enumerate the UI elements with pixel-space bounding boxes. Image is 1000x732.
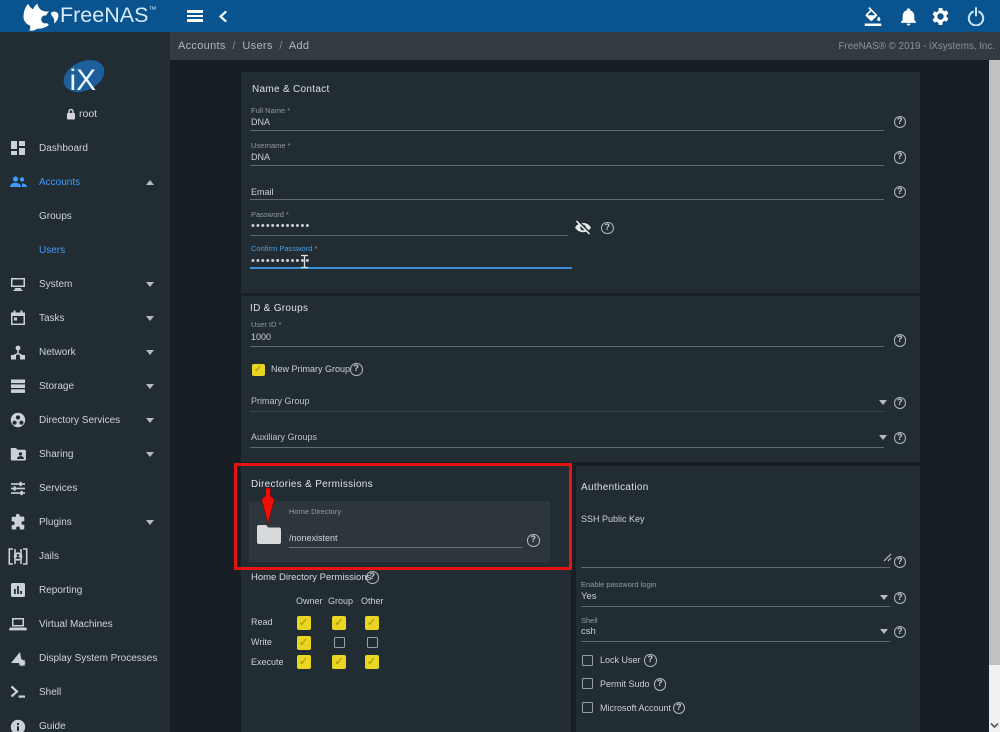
svg-text:iX: iX <box>70 64 97 97</box>
